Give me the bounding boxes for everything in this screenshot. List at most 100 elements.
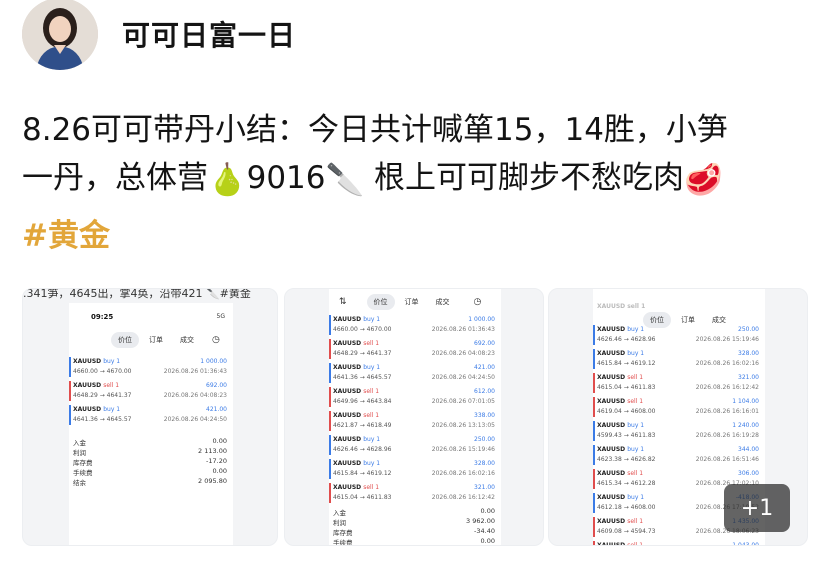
more-images-badge[interactable]: +1 xyxy=(724,484,790,532)
deal-side: buy 1 xyxy=(627,350,645,357)
top-cut-row: XAUUSD sell 1 xyxy=(597,303,646,310)
deal-side: buy 1 xyxy=(627,326,645,333)
deal-symbol: XAUUSD buy 1 xyxy=(597,350,645,357)
deal-row[interactable]: XAUUSD buy 1 4660.00 → 4670.00 1 000.00 202… xyxy=(329,313,501,337)
clock-icon[interactable]: ◷ xyxy=(474,297,482,307)
summary-value: 0.00 xyxy=(480,507,495,515)
phone-screen: 09:25 5G 价位 订单 成交 ◷ XAUUSD buy 1 4660.00 … xyxy=(69,303,233,545)
deal-price: 4649.96 → 4643.84 xyxy=(333,398,392,405)
deal-row[interactable]: XAUUSD buy 1 4615.84 → 4619.12 328.00 2026.… xyxy=(329,457,501,481)
deal-side: sell 1 xyxy=(627,542,644,546)
image-thumbnail-2[interactable]: ⇅ 价位 订单 成交 ◷ XAUUSD buy 1 4660.00 → 4670.… xyxy=(284,288,544,546)
deal-price: 4626.46 → 4628.96 xyxy=(333,446,392,453)
deal-profit: 328.00 xyxy=(738,350,759,357)
deal-row[interactable]: XAUUSD buy 1 4615.84 → 4619.12 328.00 2026.… xyxy=(593,347,765,371)
deal-row[interactable]: XAUUSD buy 1 4599.43 → 4611.83 1 240.00 202… xyxy=(593,419,765,443)
summary-row: 利润 3 962.00 xyxy=(329,517,501,527)
deal-time: 2026.08.26 16:12:42 xyxy=(695,384,759,391)
deal-side: sell 1 xyxy=(627,374,644,381)
side-marker xyxy=(593,325,595,345)
summary-label: 入金 xyxy=(73,439,86,447)
deal-side: buy 1 xyxy=(627,446,645,453)
clock-icon[interactable]: ◷ xyxy=(212,335,220,345)
deal-time: 2026.08.26 04:08:23 xyxy=(431,350,495,357)
deal-side: sell 1 xyxy=(363,412,380,419)
hashtag-link[interactable]: #黄金 xyxy=(22,210,110,255)
deal-symbol: XAUUSD sell 1 xyxy=(73,382,120,389)
post-line-2: 一丹，总体营🍐9016🔪 根上可可脚步不愁吃肉🥩 xyxy=(22,154,812,204)
author-name[interactable]: 可可日富一日 xyxy=(122,14,296,54)
tab-deals[interactable]: 成交 xyxy=(173,332,201,348)
trade-tabs: ⇅ 价位 订单 成交 ◷ xyxy=(339,291,499,313)
summary-label: 手续费 xyxy=(333,539,353,546)
deal-price: 4619.04 → 4608.00 xyxy=(597,408,656,415)
deal-row[interactable]: XAUUSD sell 1 4621.87 → 4618.49 338.00 2026… xyxy=(329,409,501,433)
deal-price: 4615.04 → 4611.83 xyxy=(597,384,656,391)
deal-symbol: XAUUSD sell 1 xyxy=(597,398,644,405)
deal-side: buy 1 xyxy=(363,364,381,371)
deal-profit: 692.00 xyxy=(206,382,227,389)
deal-profit: 1 000.00 xyxy=(468,316,495,323)
deal-side: buy 1 xyxy=(627,494,645,501)
deal-row[interactable]: XAUUSD sell 1 4648.29 → 4641.37 692.00 2026… xyxy=(69,379,233,403)
phone-screen: ⇅ 价位 订单 成交 ◷ XAUUSD buy 1 4660.00 → 4670.… xyxy=(329,289,501,546)
deal-row[interactable]: XAUUSD sell 1 4649.96 → 4643.84 612.00 2026… xyxy=(329,385,501,409)
summary-row: 结余 2 095.80 xyxy=(69,477,233,487)
deal-time: 2026.08.26 15:19:46 xyxy=(695,336,759,343)
summary-value: 2 113.00 xyxy=(198,447,227,455)
summary-label: 利润 xyxy=(73,449,86,457)
deal-price: 4648.29 → 4641.37 xyxy=(333,350,392,357)
deal-side: sell 1 xyxy=(627,398,644,405)
sort-icon[interactable]: ⇅ xyxy=(339,297,347,307)
side-marker xyxy=(329,363,331,383)
deal-time: 2026.08.26 16:19:28 xyxy=(695,432,759,439)
summary-label: 手续费 xyxy=(73,469,93,477)
summary-value: 2 095.80 xyxy=(198,477,227,485)
deal-symbol: XAUUSD buy 1 xyxy=(333,436,381,443)
deal-profit: 1 043.00 xyxy=(732,542,759,546)
deal-symbol: XAUUSD sell 1 xyxy=(333,484,380,491)
deal-row[interactable]: XAUUSD buy 1 4660.00 → 4670.00 1 000.00 202… xyxy=(69,355,233,379)
deal-row[interactable]: XAUUSD sell 1 1 043.00 xyxy=(593,539,765,546)
deal-row[interactable]: XAUUSD sell 1 4648.29 → 4641.37 692.00 2026… xyxy=(329,337,501,361)
side-marker xyxy=(593,445,595,465)
deal-symbol: XAUUSD buy 1 xyxy=(597,494,645,501)
deal-symbol: XAUUSD buy 1 xyxy=(333,364,381,371)
deal-row[interactable]: XAUUSD sell 1 4615.04 → 4611.83 321.00 2026… xyxy=(593,371,765,395)
tab-orders[interactable]: 订单 xyxy=(398,294,426,310)
summary-row: 手续费 0.00 xyxy=(69,467,233,477)
deal-row[interactable]: XAUUSD buy 1 4641.36 → 4645.57 421.00 2026.… xyxy=(69,403,233,427)
deal-profit: 328.00 xyxy=(474,460,495,467)
deal-symbol: XAUUSD sell 1 xyxy=(333,412,380,419)
deal-side: buy 1 xyxy=(363,460,381,467)
tab-price[interactable]: 价位 xyxy=(366,294,395,310)
deal-profit: 338.00 xyxy=(474,412,495,419)
deal-row[interactable]: XAUUSD sell 1 4619.04 → 4608.00 1 104.00 20… xyxy=(593,395,765,419)
deal-row[interactable]: XAUUSD buy 1 4623.38 → 4626.82 344.00 2026.… xyxy=(593,443,765,467)
deal-symbol: XAUUSD buy 1 xyxy=(597,326,645,333)
deal-row[interactable]: XAUUSD buy 1 4626.46 → 4628.96 250.00 2026.… xyxy=(329,433,501,457)
tab-price[interactable]: 价位 xyxy=(111,332,139,348)
tab-orders[interactable]: 订单 xyxy=(142,332,170,348)
deal-profit: 421.00 xyxy=(474,364,495,371)
summary-value: -17.20 xyxy=(206,457,227,465)
image-thumbnail-1[interactable]: .341笋，4645出，掌4奂，沿带421 🔪#黄金 09:25 5G 价位 订… xyxy=(22,288,278,546)
avatar[interactable] xyxy=(22,0,98,70)
deal-side: sell 1 xyxy=(627,518,644,525)
tab-deals[interactable]: 成交 xyxy=(429,294,457,310)
side-marker xyxy=(69,405,71,425)
deal-profit: 612.00 xyxy=(474,388,495,395)
post-line-2b: 9016 xyxy=(246,160,326,196)
account-summary: 入金 0.00 利润 2 113.00 库存费 -17.20 手续费 0.00 结余 2 095.… xyxy=(69,437,233,487)
deal-profit: 1 104.00 xyxy=(732,398,759,405)
deal-time: 2026.08.26 15:19:46 xyxy=(431,446,495,453)
deal-row[interactable]: XAUUSD buy 1 4626.46 → 4628.96 250.00 2026.… xyxy=(593,323,765,347)
deal-profit: 421.00 xyxy=(206,406,227,413)
deal-row[interactable]: XAUUSD buy 1 4641.36 → 4645.57 421.00 2026.… xyxy=(329,361,501,385)
side-marker xyxy=(593,493,595,513)
deal-time: 2026.08.26 16:02:16 xyxy=(431,470,495,477)
deal-price: 4641.36 → 4645.57 xyxy=(333,374,392,381)
deal-price: 4626.46 → 4628.96 xyxy=(597,336,656,343)
deal-row[interactable]: XAUUSD sell 1 4615.04 → 4611.83 321.00 2026… xyxy=(329,481,501,505)
side-marker xyxy=(329,435,331,455)
